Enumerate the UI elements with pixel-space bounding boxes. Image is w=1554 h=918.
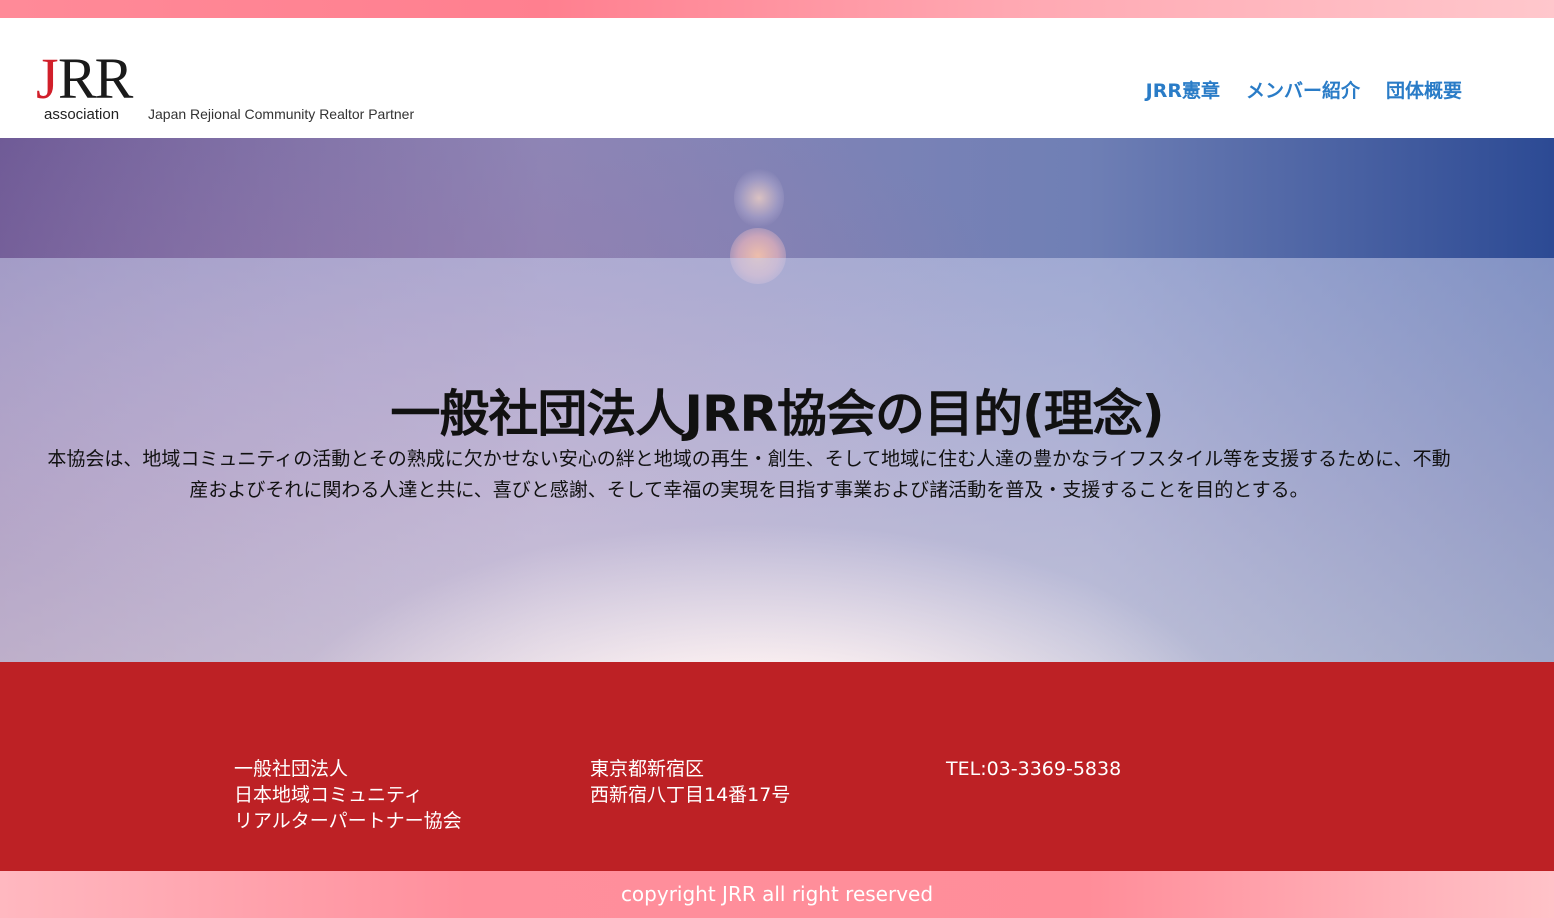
- org-line: リアルターパートナー協会: [234, 810, 462, 832]
- nav-link-charter[interactable]: JRR憲章: [1146, 76, 1220, 103]
- address-line: 西新宿八丁目14番17号: [590, 784, 791, 806]
- footer-address: 東京都新宿区 西新宿八丁目14番17号: [590, 756, 790, 808]
- copyright-text: copyright JRR all right reserved: [620, 882, 934, 906]
- org-line: 一般社団法人: [234, 758, 349, 780]
- site-header: J RR association Japan Rejional Communit…: [0, 18, 1554, 138]
- nav-link-members[interactable]: メンバー紹介: [1246, 76, 1360, 103]
- nav-link-overview[interactable]: 団体概要: [1386, 76, 1462, 103]
- lens-flare: [734, 168, 784, 228]
- footer-phone: TEL:03-3369-5838: [946, 756, 1121, 782]
- top-accent-strip: [0, 0, 1554, 18]
- hero-section: 一般社団法人JRR協会の目的(理念) 本協会は、地域コミュニティの活動とその熟成…: [0, 138, 1554, 662]
- address-line: 東京都新宿区: [590, 758, 705, 780]
- mission-title: 一般社団法人JRR協会の目的(理念): [390, 385, 1164, 443]
- site-logo[interactable]: J RR association Japan Rejional Communit…: [36, 48, 436, 138]
- logo-subtitle: association: [44, 106, 120, 123]
- footer-organization: 一般社団法人 日本地域コミュニティ リアルターパートナー協会: [234, 756, 462, 834]
- copyright-bar: copyright JRR all right reserved: [0, 871, 1554, 918]
- site-footer: 一般社団法人 日本地域コミュニティ リアルターパートナー協会 東京都新宿区 西新…: [0, 662, 1554, 871]
- org-line: 日本地域コミュニティ: [234, 784, 423, 806]
- main-nav: JRR憲章 メンバー紹介 団体概要: [1146, 76, 1462, 103]
- logo-tagline: Japan Rejional Community Realtor Partner: [148, 106, 415, 122]
- phone-number: TEL:03-3369-5838: [946, 758, 1122, 780]
- logo-mark-j: J: [36, 46, 59, 111]
- logo-mark-rr: RR: [58, 46, 133, 111]
- mission-statement: 本協会は、地域コミュニティの活動とその熟成に欠かせない安心の絆と地域の再生・創生…: [47, 448, 1451, 501]
